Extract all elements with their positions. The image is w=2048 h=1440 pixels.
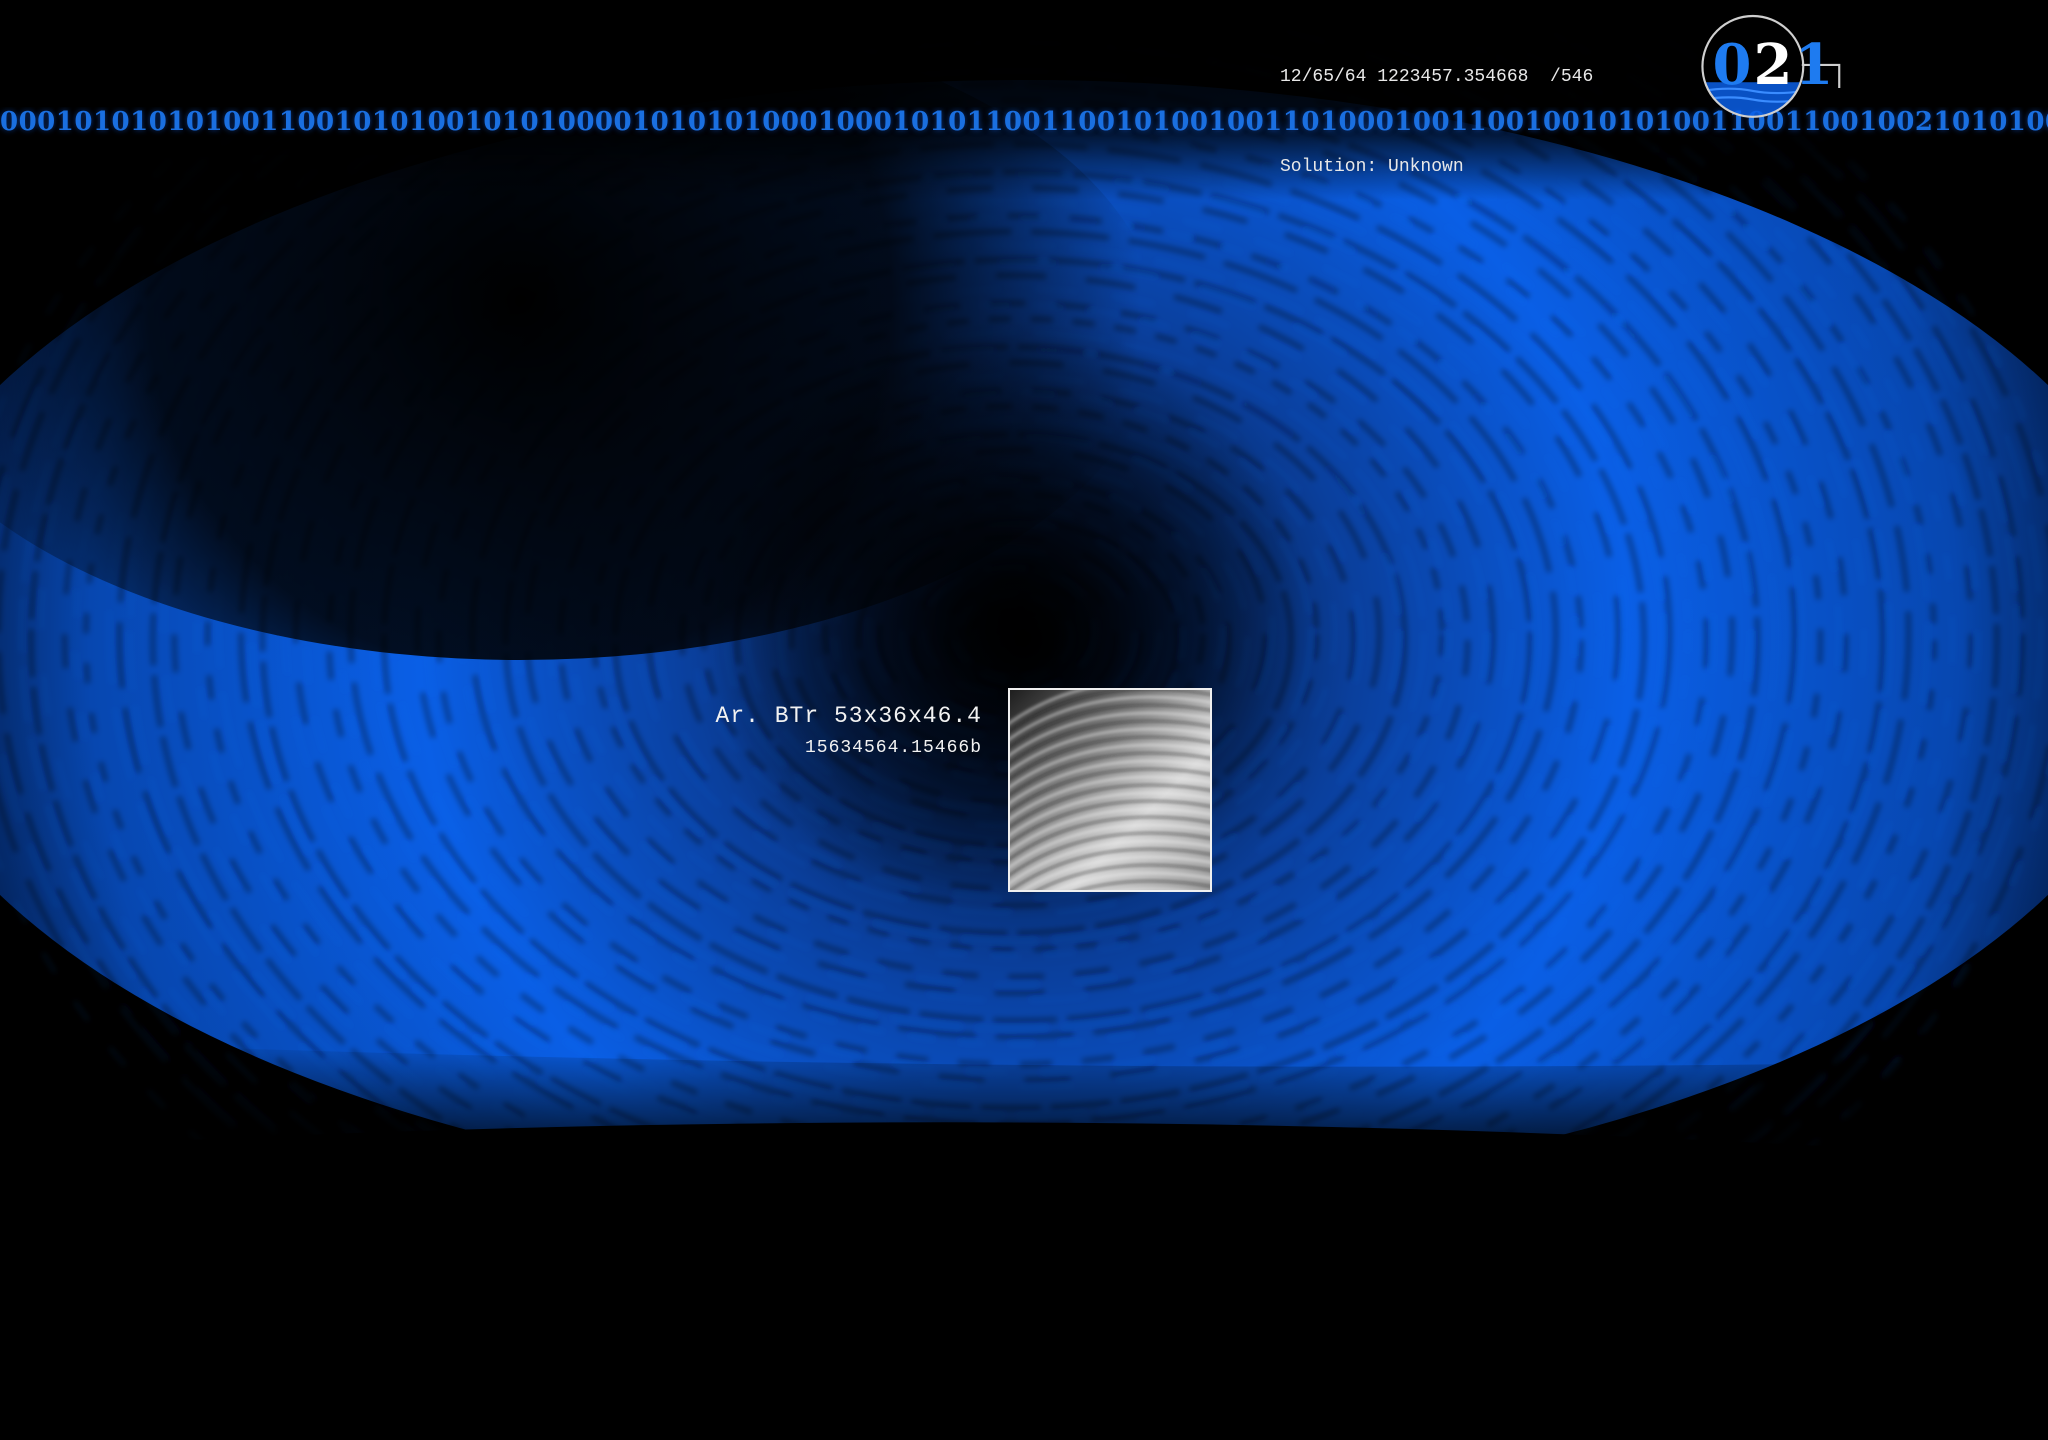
readout-code: 15634564.15466b: [804, 738, 982, 758]
readout-dimensions: Ar. BTr 53x36x46.4: [715, 703, 982, 729]
status-line-timestamp: 12/65/64 1223457.354668 /546: [1280, 67, 1594, 87]
status-readout: 12/65/64 1223457.354668 /546 Solution: U…: [1280, 2, 1593, 242]
vortex-scene: 0001010101010011001010100101010000101010…: [0, 0, 2048, 1440]
counter-digit-3: 1: [1794, 32, 1836, 98]
status-line-solution: Solution: Unknown: [1280, 157, 1464, 177]
counter-digit-1: 0: [1712, 32, 1754, 98]
grayscale-swirl-thumbnail: [1010, 690, 1210, 890]
sample-thumbnail: [1008, 688, 1212, 892]
counter-display: 021: [1702, 30, 1846, 100]
counter-digit-2: 2: [1753, 32, 1795, 98]
